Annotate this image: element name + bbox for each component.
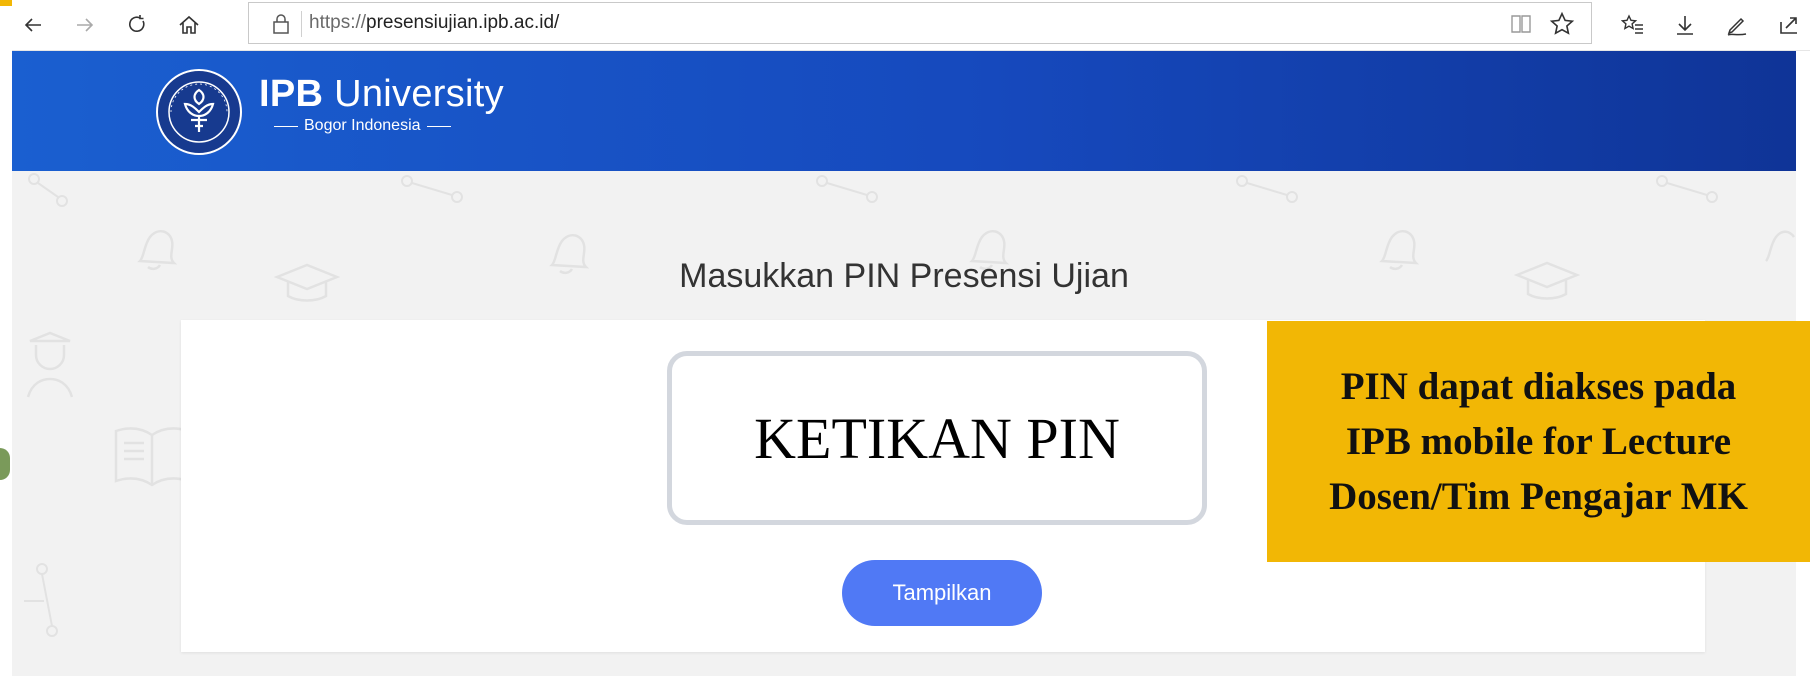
brand-title-bold: IPB	[259, 73, 324, 115]
left-edge-leaf-icon	[0, 448, 10, 480]
home-icon[interactable]	[170, 6, 208, 44]
lock-icon	[273, 14, 289, 34]
info-callout: PIN dapat diakses pada IPB mobile for Le…	[1267, 321, 1810, 562]
address-separator	[301, 11, 302, 37]
url-scheme: https://	[309, 12, 367, 33]
molecule-decor-icon	[1656, 175, 1718, 203]
molecule-decor-icon	[28, 173, 68, 207]
download-icon[interactable]	[1666, 6, 1704, 44]
molecule-decor-icon	[401, 175, 463, 203]
book-decor-icon	[114, 427, 190, 487]
back-icon[interactable]	[14, 6, 52, 44]
browser-toolbar: https://presensiujian.ipb.ac.id/	[12, 0, 1810, 51]
site-header: IPB University Bogor Indonesia	[12, 51, 1796, 171]
molecule-decor-icon	[1236, 175, 1298, 203]
favorites-list-icon[interactable]	[1614, 6, 1652, 44]
refresh-icon[interactable]	[118, 6, 156, 44]
brand-title-rest: University	[334, 73, 504, 115]
page-title: Masukkan PIN Presensi Ujian	[679, 257, 1129, 295]
brand-title: IPB University	[259, 73, 504, 116]
address-bar[interactable]: https://presensiujian.ipb.ac.id/	[248, 2, 1592, 44]
reader-view-icon[interactable]	[1509, 12, 1533, 36]
molecule-decor-icon	[816, 175, 878, 203]
url-text[interactable]: https://presensiujian.ipb.ac.id/	[309, 12, 559, 34]
brand-sub-text: Bogor Indonesia	[304, 117, 421, 134]
person-decor-icon	[26, 331, 74, 398]
brand-subtitle: Bogor Indonesia	[274, 117, 451, 135]
pen-icon[interactable]	[1718, 6, 1756, 44]
brand-sub-dash-right	[426, 125, 451, 127]
tampilkan-button[interactable]: Tampilkan	[842, 560, 1042, 626]
molecule-decor-icon	[24, 563, 58, 637]
callout-text: PIN dapat diakses pada IPB mobile for Le…	[1329, 365, 1748, 518]
left-edge-accent	[0, 0, 12, 6]
ipb-logo[interactable]	[155, 68, 243, 156]
brand-sub-dash-left	[274, 125, 298, 127]
forward-icon[interactable]	[66, 6, 104, 44]
share-icon[interactable]	[1770, 6, 1808, 44]
url-host: presensiujian.ipb.ac.id/	[366, 12, 560, 33]
pin-input[interactable]	[667, 351, 1207, 525]
favorite-star-icon[interactable]	[1549, 11, 1575, 37]
left-edge-strip	[0, 0, 12, 676]
